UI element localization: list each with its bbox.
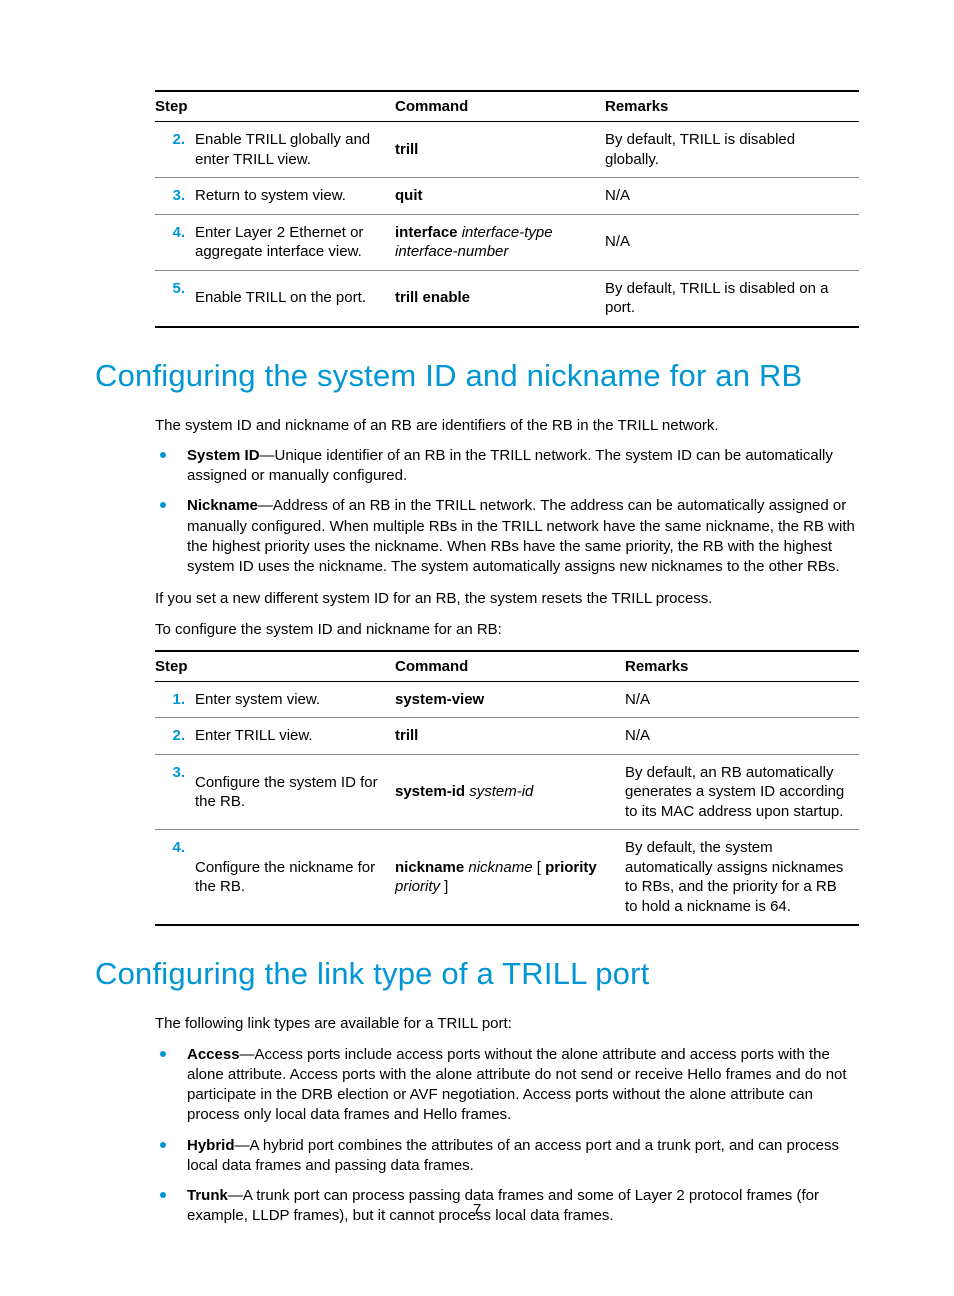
table-row: 3.Return to system view.quitN/A: [155, 178, 859, 215]
step-description: Configure the nickname for the RB.: [195, 830, 395, 926]
step-remarks: N/A: [625, 681, 859, 718]
section1-body: The system ID and nickname of an RB are …: [155, 416, 859, 640]
step-command: trill enable: [395, 270, 605, 327]
t2-header-remarks: Remarks: [625, 651, 859, 682]
page: Step Command Remarks 2.Enable TRILL glob…: [0, 0, 954, 1227]
list-item: System ID—Unique identifier of an RB in …: [155, 446, 859, 487]
step-command: nickname nickname [ priority priority ]: [395, 830, 625, 926]
list-item: Hybrid—A hybrid port combines the attrib…: [155, 1136, 859, 1177]
step-number: 4.: [155, 214, 195, 270]
bullet-text: —Access ports include access ports witho…: [187, 1046, 847, 1124]
step-number: 1.: [155, 681, 195, 718]
section2-bullets: Access—Access ports include access ports…: [155, 1045, 859, 1227]
t2-body: 1.Enter system view.system-viewN/A2.Ente…: [155, 681, 859, 925]
step-description: Enter system view.: [195, 681, 395, 718]
t1-body: 2.Enable TRILL globally and enter TRILL …: [155, 122, 859, 327]
table-row: 4.Configure the nickname for the RB.nick…: [155, 830, 859, 926]
bullet-icon: [160, 1192, 166, 1198]
bullet-icon: [160, 1142, 166, 1148]
step-number: 2.: [155, 718, 195, 755]
bullet-label: System ID: [187, 447, 260, 464]
bullet-icon: [160, 1051, 166, 1057]
t1-header-step: Step: [155, 91, 395, 122]
step-description: Enable TRILL globally and enter TRILL vi…: [195, 122, 395, 178]
step-remarks: By default, TRILL is disabled on a port.: [605, 270, 859, 327]
step-remarks: By default, the system automatically ass…: [625, 830, 859, 926]
step-remarks: N/A: [605, 214, 859, 270]
bullet-label: Hybrid: [187, 1137, 235, 1154]
section1-intro: The system ID and nickname of an RB are …: [155, 416, 859, 436]
bullet-text: —Address of an RB in the TRILL network. …: [187, 497, 855, 575]
bullet-text: —Unique identifier of an RB in the TRILL…: [187, 447, 833, 484]
step-command: trill: [395, 718, 625, 755]
step-number: 4.: [155, 830, 195, 926]
step-remarks: N/A: [625, 718, 859, 755]
section1-p3: To configure the system ID and nickname …: [155, 620, 859, 640]
steps-table-2: Step Command Remarks 1.Enter system view…: [155, 650, 859, 927]
list-item: Access—Access ports include access ports…: [155, 1045, 859, 1126]
bullet-label: Access: [187, 1046, 240, 1063]
bullet-text: —A hybrid port combines the attributes o…: [187, 1137, 839, 1174]
section2-body: The following link types are available f…: [155, 1014, 859, 1226]
t2-header-step: Step: [155, 651, 395, 682]
step-number: 5.: [155, 270, 195, 327]
step-number: 3.: [155, 754, 195, 830]
step-number: 2.: [155, 122, 195, 178]
step-description: Configure the system ID for the RB.: [195, 754, 395, 830]
list-item: Nickname—Address of an RB in the TRILL n…: [155, 496, 859, 577]
step-command: system-id system-id: [395, 754, 625, 830]
heading-system-id-nickname: Configuring the system ID and nickname f…: [95, 358, 859, 394]
step-description: Enter Layer 2 Ethernet or aggregate inte…: [195, 214, 395, 270]
step-number: 3.: [155, 178, 195, 215]
bullet-label: Nickname: [187, 497, 258, 514]
t2-header-command: Command: [395, 651, 625, 682]
table-row: 5.Enable TRILL on the port.trill enableB…: [155, 270, 859, 327]
step-command: interface interface-type interface-numbe…: [395, 214, 605, 270]
t1-header-remarks: Remarks: [605, 91, 859, 122]
step-remarks: By default, an RB automatically generate…: [625, 754, 859, 830]
table-row: 3.Configure the system ID for the RB.sys…: [155, 754, 859, 830]
step-description: Enter TRILL view.: [195, 718, 395, 755]
step-command: system-view: [395, 681, 625, 718]
section2-intro: The following link types are available f…: [155, 1014, 859, 1034]
steps-table-1: Step Command Remarks 2.Enable TRILL glob…: [155, 90, 859, 328]
page-number: 7: [0, 1201, 954, 1218]
step-remarks: By default, TRILL is disabled globally.: [605, 122, 859, 178]
section1-bullets: System ID—Unique identifier of an RB in …: [155, 446, 859, 578]
step-description: Return to system view.: [195, 178, 395, 215]
step-description: Enable TRILL on the port.: [195, 270, 395, 327]
step-command: quit: [395, 178, 605, 215]
step-remarks: N/A: [605, 178, 859, 215]
heading-link-type: Configuring the link type of a TRILL por…: [95, 956, 859, 992]
bullet-icon: [160, 502, 166, 508]
table-row: 2.Enter TRILL view.trillN/A: [155, 718, 859, 755]
t1-header-command: Command: [395, 91, 605, 122]
table-row: 2.Enable TRILL globally and enter TRILL …: [155, 122, 859, 178]
bullet-icon: [160, 452, 166, 458]
table-row: 4.Enter Layer 2 Ethernet or aggregate in…: [155, 214, 859, 270]
section1-p2: If you set a new different system ID for…: [155, 589, 859, 609]
step-command: trill: [395, 122, 605, 178]
table-row: 1.Enter system view.system-viewN/A: [155, 681, 859, 718]
